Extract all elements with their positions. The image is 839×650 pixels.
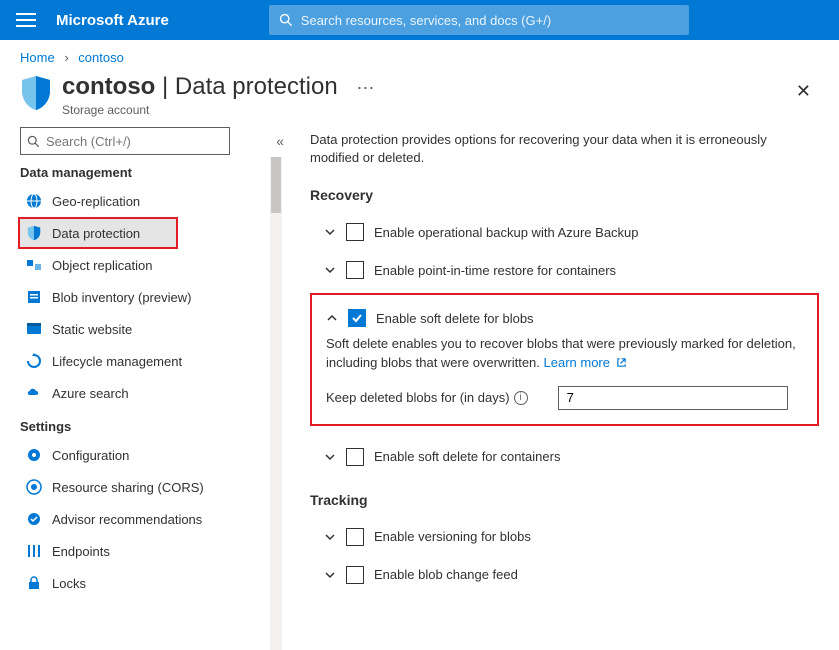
advisor-icon	[26, 511, 42, 527]
page-header: contoso | Data protection ⋯ Storage acco…	[0, 73, 839, 127]
inventory-icon	[26, 289, 42, 305]
option-pit-restore: Enable point-in-time restore for contain…	[310, 251, 819, 289]
scrollbar-thumb[interactable]	[271, 157, 281, 213]
sidebar-item-label: Locks	[52, 576, 86, 591]
checkbox-versioning[interactable]	[346, 528, 364, 546]
sidebar: « Data management Geo-replication Data p…	[20, 127, 280, 650]
option-label: Enable soft delete for blobs	[376, 311, 534, 326]
sidebar-item-label: Configuration	[52, 448, 129, 463]
sidebar-item-blob-inventory[interactable]: Blob inventory (preview)	[20, 281, 268, 313]
sidebar-item-object-replication[interactable]: Object replication	[20, 249, 268, 281]
tracking-heading: Tracking	[310, 492, 819, 508]
gear-icon	[26, 447, 42, 463]
external-link-icon	[616, 357, 627, 368]
option-description: Soft delete enables you to recover blobs…	[318, 335, 807, 371]
lock-icon	[26, 575, 42, 591]
checkbox-soft-delete-blobs[interactable]	[348, 309, 366, 327]
chevron-up-icon[interactable]	[326, 312, 338, 324]
sidebar-item-label: Object replication	[52, 258, 152, 273]
breadcrumb: Home › contoso	[0, 40, 839, 73]
option-versioning: Enable versioning for blobs	[310, 518, 819, 556]
sidebar-item-configuration[interactable]: Configuration	[20, 439, 268, 471]
option-soft-delete-blobs-expanded: Enable soft delete for blobs Soft delete…	[310, 293, 819, 425]
page-subtitle: Storage account	[62, 103, 788, 117]
search-icon	[27, 135, 40, 148]
intro-text: Data protection provides options for rec…	[310, 131, 819, 167]
sidebar-item-advisor[interactable]: Advisor recommendations	[20, 503, 268, 535]
replication-icon	[26, 257, 42, 273]
sidebar-item-label: Geo-replication	[52, 194, 140, 209]
sidebar-item-static-website[interactable]: Static website	[20, 313, 268, 345]
keep-deleted-days-field: Keep deleted blobs for (in days) i	[318, 386, 807, 410]
sidebar-item-lifecycle-management[interactable]: Lifecycle management	[20, 345, 268, 377]
checkbox-operational-backup[interactable]	[346, 223, 364, 241]
option-label: Enable soft delete for containers	[374, 449, 560, 464]
chevron-down-icon[interactable]	[324, 531, 336, 543]
chevron-down-icon[interactable]	[324, 451, 336, 463]
main-content: Data protection provides options for rec…	[280, 127, 839, 650]
keep-deleted-days-input[interactable]	[558, 386, 788, 410]
option-change-feed: Enable blob change feed	[310, 556, 819, 594]
sidebar-item-cors[interactable]: Resource sharing (CORS)	[20, 471, 268, 503]
sidebar-item-data-protection[interactable]: Data protection	[18, 217, 178, 249]
sidebar-section-settings: Settings	[20, 419, 268, 434]
field-label: Keep deleted blobs for (in days)	[326, 390, 510, 405]
search-icon	[279, 13, 293, 27]
sidebar-item-label: Azure search	[52, 386, 129, 401]
endpoints-icon	[26, 543, 42, 559]
sidebar-item-endpoints[interactable]: Endpoints	[20, 535, 268, 567]
sidebar-search-input[interactable]	[46, 134, 223, 149]
info-icon[interactable]: i	[514, 391, 528, 405]
option-soft-delete-blobs: Enable soft delete for blobs	[318, 303, 807, 333]
global-search-input[interactable]	[301, 13, 679, 28]
sidebar-item-label: Data protection	[52, 226, 140, 241]
breadcrumb-home[interactable]: Home	[20, 50, 55, 65]
chevron-down-icon[interactable]	[324, 226, 336, 238]
cloud-search-icon	[26, 385, 42, 401]
option-label: Enable blob change feed	[374, 567, 518, 582]
option-label: Enable point-in-time restore for contain…	[374, 263, 616, 278]
breadcrumb-contoso[interactable]: contoso	[78, 50, 124, 65]
top-bar: Microsoft Azure	[0, 0, 839, 40]
checkbox-change-feed[interactable]	[346, 566, 364, 584]
collapse-sidebar-icon[interactable]: «	[276, 133, 280, 149]
sidebar-item-label: Endpoints	[52, 544, 110, 559]
shield-icon	[20, 75, 52, 111]
sidebar-section-data-management: Data management	[20, 165, 268, 180]
shield-icon	[26, 225, 42, 241]
sidebar-item-locks[interactable]: Locks	[20, 567, 268, 599]
global-search[interactable]	[269, 5, 689, 35]
option-label: Enable operational backup with Azure Bac…	[374, 225, 639, 240]
cors-icon	[26, 479, 42, 495]
brand-name: Microsoft Azure	[56, 12, 169, 29]
sidebar-item-azure-search[interactable]: Azure search	[20, 377, 268, 409]
chevron-down-icon[interactable]	[324, 264, 336, 276]
sidebar-item-label: Lifecycle management	[52, 354, 182, 369]
website-icon	[26, 321, 42, 337]
sidebar-search[interactable]	[20, 127, 230, 155]
sidebar-item-label: Static website	[52, 322, 132, 337]
chevron-down-icon[interactable]	[324, 569, 336, 581]
option-soft-delete-containers: Enable soft delete for containers	[310, 438, 819, 476]
sidebar-item-label: Advisor recommendations	[52, 512, 202, 527]
option-label: Enable versioning for blobs	[374, 529, 531, 544]
sidebar-item-label: Blob inventory (preview)	[52, 290, 191, 305]
breadcrumb-separator: ›	[64, 50, 68, 65]
option-operational-backup: Enable operational backup with Azure Bac…	[310, 213, 819, 251]
sidebar-item-geo-replication[interactable]: Geo-replication	[20, 185, 268, 217]
recovery-heading: Recovery	[310, 187, 819, 203]
more-actions-icon[interactable]: ⋯	[356, 78, 376, 98]
learn-more-link[interactable]: Learn more	[544, 355, 627, 370]
hamburger-menu-icon[interactable]	[16, 13, 36, 27]
close-button[interactable]: ✕	[788, 77, 819, 106]
checkbox-soft-delete-containers[interactable]	[346, 448, 364, 466]
sidebar-scrollbar[interactable]	[270, 157, 282, 650]
globe-icon	[26, 193, 42, 209]
lifecycle-icon	[26, 353, 42, 369]
checkbox-pit-restore[interactable]	[346, 261, 364, 279]
page-title: contoso | Data protection ⋯	[62, 73, 788, 101]
sidebar-item-label: Resource sharing (CORS)	[52, 480, 204, 495]
